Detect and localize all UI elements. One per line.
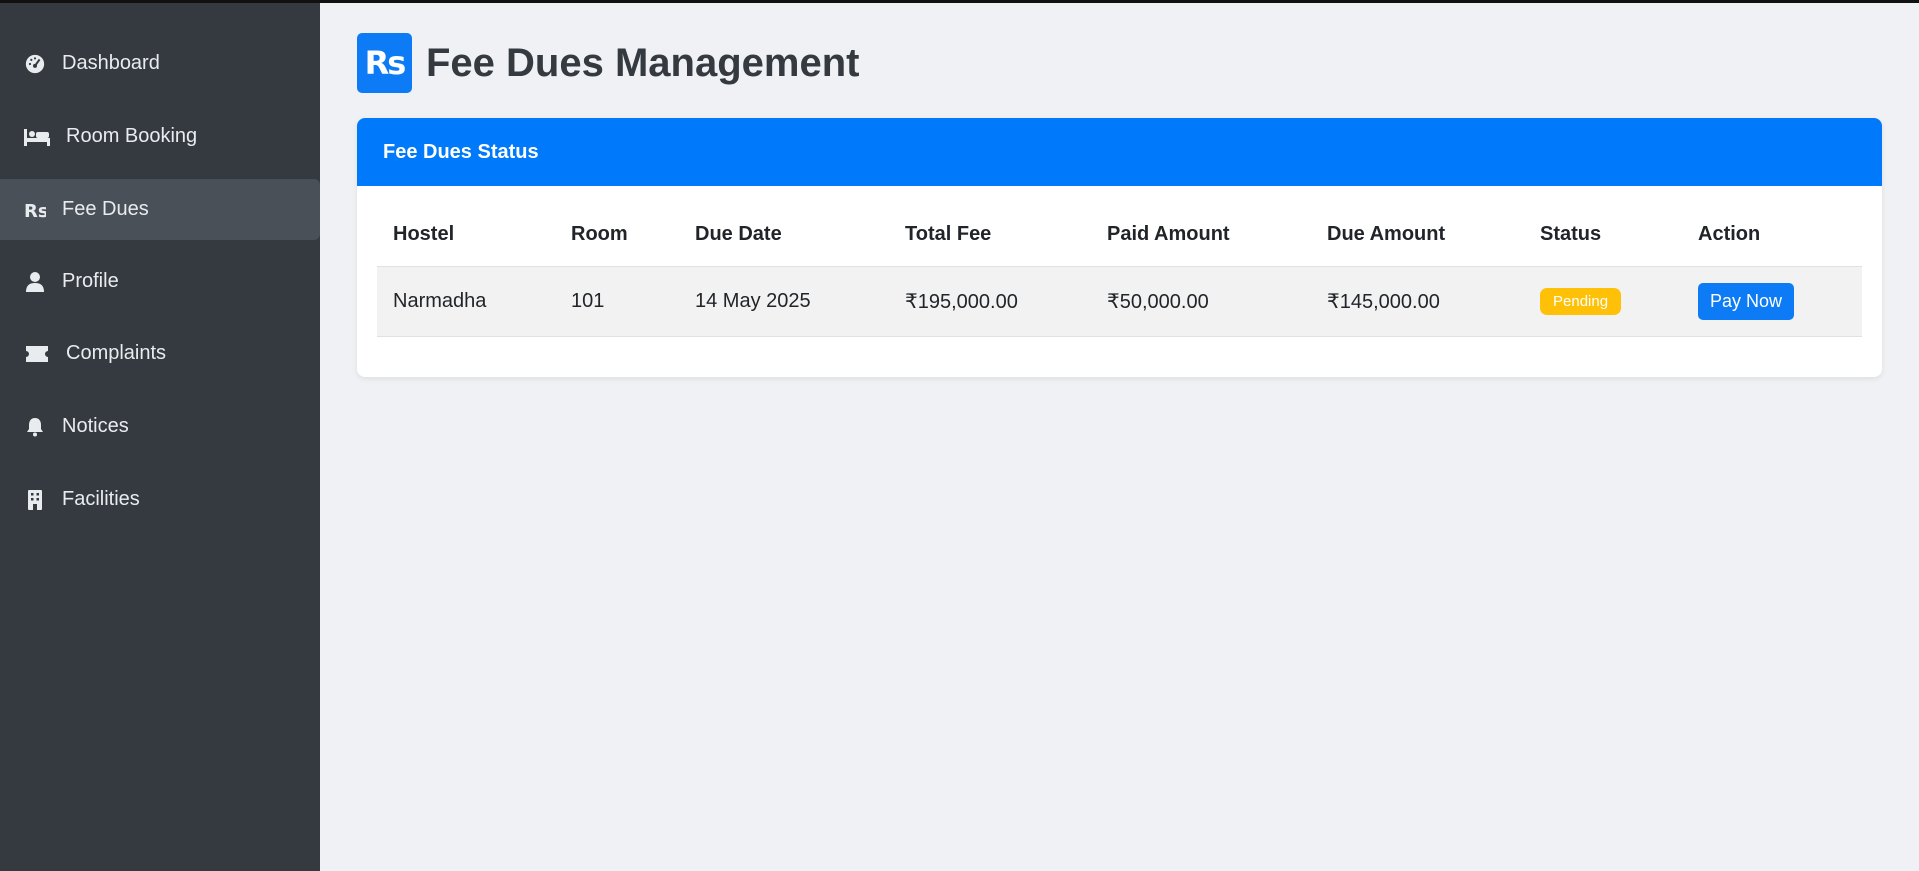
sidebar-item-label: Dashboard (62, 52, 160, 74)
cell-action: Pay Now (1682, 266, 1862, 337)
cell-room: 101 (555, 266, 679, 337)
sidebar-item-label: Profile (62, 270, 119, 292)
sidebar-item-facilities[interactable]: Facilities (0, 469, 320, 530)
fee-dues-table: Hostel Room Due Date Total Fee Paid Amou… (377, 204, 1862, 337)
column-header-hostel: Hostel (377, 204, 555, 267)
sidebar-item-room-booking[interactable]: Room Booking (0, 106, 320, 167)
pay-now-button[interactable]: Pay Now (1698, 282, 1795, 320)
sidebar-item-label: Facilities (62, 488, 140, 510)
table-header-row: Hostel Room Due Date Total Fee Paid Amou… (377, 204, 1862, 267)
rupee-logo-icon: Rs (357, 33, 412, 93)
sidebar-item-fee-dues[interactable]: Rs Fee Dues (0, 179, 320, 240)
sidebar-item-label: Room Booking (66, 125, 198, 147)
column-header-room: Room (555, 204, 679, 267)
rupee-icon: Rs (22, 200, 48, 220)
sidebar: Dashboard Room Booking Rs Fee Dues Profi… (0, 3, 320, 871)
fee-dues-table-wrapper: Hostel Room Due Date Total Fee Paid Amou… (377, 204, 1862, 337)
sidebar-item-complaints[interactable]: Complaints (0, 323, 320, 384)
sidebar-item-label: Notices (62, 415, 129, 437)
cell-hostel: Narmadha (377, 266, 555, 337)
column-header-status: Status (1524, 204, 1682, 267)
fee-dues-card: Fee Dues Status Hostel Room Due Date Tot… (357, 118, 1882, 377)
table-row: Narmadha 101 14 May 2025 ₹195,000.00 ₹50… (377, 266, 1862, 337)
user-icon (22, 271, 48, 293)
sidebar-item-label: Complaints (66, 342, 167, 364)
bed-icon (22, 127, 52, 147)
cell-due-date: 14 May 2025 (679, 266, 889, 337)
cell-paid-amount: ₹50,000.00 (1091, 266, 1311, 337)
column-header-paid-amount: Paid Amount (1091, 204, 1311, 267)
svg-text:Rs: Rs (24, 201, 46, 220)
column-header-total-fee: Total Fee (889, 204, 1091, 267)
card-title: Fee Dues Status (357, 118, 1882, 186)
column-header-due-amount: Due Amount (1311, 204, 1524, 267)
cell-total-fee: ₹195,000.00 (889, 266, 1091, 337)
dashboard-icon (22, 53, 48, 75)
page-header: Rs Fee Dues Management (357, 33, 859, 93)
building-icon (22, 489, 48, 510)
column-header-action: Action (1682, 204, 1862, 267)
sidebar-item-label: Fee Dues (62, 198, 149, 220)
sidebar-item-notices[interactable]: Notices (0, 396, 320, 457)
cell-due-amount: ₹145,000.00 (1311, 266, 1524, 337)
sidebar-item-profile[interactable]: Profile (0, 251, 320, 312)
ticket-icon (22, 345, 52, 363)
bell-icon (22, 417, 48, 437)
column-header-due-date: Due Date (679, 204, 889, 267)
sidebar-item-dashboard[interactable]: Dashboard (0, 33, 320, 94)
page-title: Fee Dues Management (426, 40, 860, 85)
status-badge: Pending (1540, 287, 1622, 315)
cell-status: Pending (1524, 266, 1682, 337)
